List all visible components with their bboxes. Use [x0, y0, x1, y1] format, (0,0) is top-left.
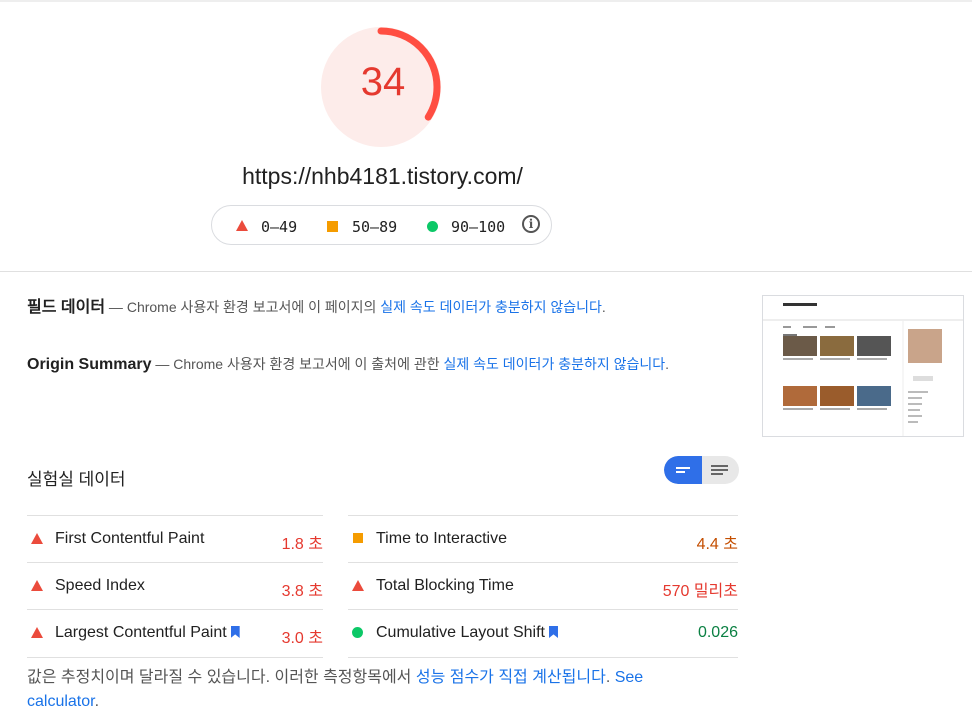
bookmark-icon[interactable]	[548, 626, 558, 638]
note-text: 값은 추정치이며 달라질 수 있습니다. 이러한 측정항목에서	[27, 669, 416, 686]
compact-view-icon	[676, 467, 690, 473]
origin-summary-dash: —	[151, 356, 174, 372]
lab-data-title: 실험실 데이터	[27, 470, 126, 489]
metric-label: Largest Contentful Paint	[55, 624, 240, 642]
metric-label: First Contentful Paint	[55, 530, 205, 547]
field-data-title: 필드 데이터	[27, 299, 106, 316]
top-divider	[0, 0, 972, 2]
fail-triangle-icon	[31, 533, 43, 544]
info-icon[interactable]: i	[522, 215, 540, 233]
origin-summary-suffix: .	[665, 356, 670, 372]
estimate-note: 값은 추정치이며 달라질 수 있습니다. 이러한 측정항목에서 성능 점수가 직…	[27, 666, 707, 714]
average-square-icon	[352, 533, 363, 543]
legend-pass-label: 90–100	[451, 218, 506, 236]
expanded-view-icon[interactable]	[702, 456, 739, 484]
section-divider	[0, 271, 972, 272]
score-calculation-link[interactable]: 성능 점수가 직접 계산됩니다	[416, 669, 606, 686]
field-data-link[interactable]: 실제 속도 데이터가 충분하지 않습니다	[380, 299, 602, 315]
page-url: https://nhb4181.tistory.com/	[242, 163, 523, 189]
metric-value: 4.4 초	[696, 536, 738, 553]
average-square-icon	[327, 221, 338, 232]
performance-score: 34	[360, 60, 406, 104]
pass-circle-icon	[352, 627, 363, 638]
field-data-dash: —	[105, 299, 127, 315]
metric-label: Total Blocking Time	[376, 577, 514, 594]
field-data-text: Chrome 사용자 환경 보고서에 이 페이지의	[126, 299, 381, 315]
field-data-suffix: .	[601, 299, 606, 315]
metric-cumulative-layout-shift: Cumulative Layout Shift 0.026	[348, 609, 738, 658]
metric-label: Speed Index	[55, 577, 145, 594]
metric-value: 570 밀리초	[662, 583, 738, 600]
bookmark-icon[interactable]	[230, 626, 240, 638]
field-data-row: 필드 데이터 — Chrome 사용자 환경 보고서에 이 페이지의 실제 속도…	[27, 295, 707, 320]
metric-value: 3.0 초	[281, 630, 323, 647]
origin-summary-row: Origin Summary — Chrome 사용자 환경 보고서에 이 출처…	[27, 352, 707, 377]
legend-average-label: 50–89	[352, 218, 398, 236]
pass-circle-icon	[427, 221, 438, 232]
thumbnail-image	[763, 296, 963, 436]
fail-triangle-icon	[236, 220, 248, 231]
legend-average: 50–89	[327, 218, 397, 236]
metric-value: 3.8 초	[281, 583, 323, 600]
page-screenshot-thumbnail	[762, 295, 964, 437]
metric-speed-index: Speed Index 3.8 초	[27, 562, 323, 610]
metric-total-blocking-time: Total Blocking Time 570 밀리초	[348, 562, 738, 610]
origin-summary-text: Chrome 사용자 환경 보고서에 이 출처에 관한	[173, 356, 444, 372]
metric-label: Cumulative Layout Shift	[376, 624, 558, 642]
origin-summary-link[interactable]: 실제 속도 데이터가 충분하지 않습니다	[444, 356, 666, 372]
legend-fail-label: 0–49	[261, 218, 298, 236]
compact-view-button[interactable]	[664, 456, 702, 484]
score-legend: 0–49 50–89 90–100 i	[211, 205, 552, 245]
view-toggle[interactable]	[664, 456, 739, 484]
note-end: .	[94, 693, 100, 710]
metric-label: Time to Interactive	[376, 530, 508, 547]
metric-value: 0.026	[697, 624, 738, 641]
fail-triangle-icon	[352, 580, 364, 591]
metric-value: 1.8 초	[281, 536, 323, 553]
origin-summary-title: Origin Summary	[27, 356, 152, 373]
fail-triangle-icon	[31, 580, 43, 591]
fail-triangle-icon	[31, 627, 43, 638]
note-separator: .	[605, 669, 615, 686]
metric-first-contentful-paint: First Contentful Paint 1.8 초	[27, 515, 323, 563]
legend-fail: 0–49	[236, 218, 297, 236]
legend-pass: 90–100	[427, 218, 505, 236]
metric-largest-contentful-paint: Largest Contentful Paint 3.0 초	[27, 609, 323, 658]
metric-time-to-interactive: Time to Interactive 4.4 초	[348, 515, 738, 563]
